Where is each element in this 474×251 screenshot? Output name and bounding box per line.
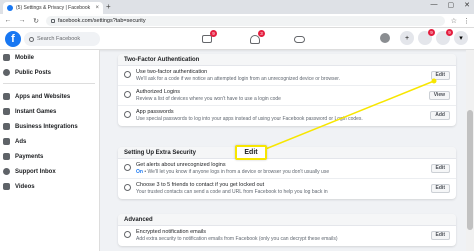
two-factor-section: Two-Factor Authentication Use two-factor…: [118, 54, 456, 126]
facebook-top-bar: f Search Facebook 9 3 + 9 9 ▾: [0, 28, 474, 50]
extra-security-section: Setting Up Extra Security Get alerts abo…: [118, 147, 456, 199]
notifications-bell-icon[interactable]: 9: [436, 29, 453, 45]
window-controls: — ▢ ✕: [431, 1, 471, 9]
settings-row[interactable]: Get alerts about unrecognized logins On …: [118, 159, 456, 179]
row-description: Review a list of devices where you won't…: [136, 96, 281, 102]
two-factor-edit-button[interactable]: Edit: [430, 71, 450, 80]
browser-tab[interactable]: (5) Settings & Privacy | Facebook ×: [3, 2, 103, 14]
envelope-icon: [124, 231, 131, 238]
gaming-nav-icon[interactable]: [292, 32, 306, 46]
settings-sidebar: Mobile Public Posts Apps and Websites In…: [0, 50, 100, 251]
settings-row[interactable]: Encrypted notification emails Add extra …: [118, 226, 456, 246]
page-scrollbar[interactable]: [466, 50, 474, 251]
url-text: facebook.com/settings?tab=security: [58, 17, 146, 24]
lock-icon: [51, 18, 55, 23]
profile-chip[interactable]: [378, 31, 396, 45]
scrollbar-thumb[interactable]: [467, 110, 473, 230]
video-icon: [3, 183, 10, 190]
login-alerts-edit-button[interactable]: Edit: [430, 164, 450, 173]
settings-row[interactable]: Authorized Logins Review a list of devic…: [118, 86, 456, 106]
sidebar-item-mobile[interactable]: Mobile: [3, 52, 34, 63]
row-title: Encrypted notification emails: [136, 229, 207, 235]
sidebar-item-ads[interactable]: Ads: [3, 136, 26, 147]
address-bar-row: ← → ↻ facebook.com/settings?tab=security…: [0, 14, 474, 28]
sidebar-item-payments[interactable]: Payments: [3, 151, 43, 162]
browser-tab-bar: (5) Settings & Privacy | Facebook × + — …: [0, 0, 474, 14]
search-placeholder: Search Facebook: [37, 36, 81, 42]
tab-close-icon[interactable]: ×: [95, 5, 99, 11]
sidebar-item-apps-and-websites[interactable]: Apps and Websites: [3, 91, 70, 102]
section-header: Two-Factor Authentication: [118, 54, 456, 66]
facebook-favicon-icon: [7, 5, 13, 11]
create-button[interactable]: +: [400, 31, 414, 45]
avatar: [380, 33, 390, 43]
status-on: On: [136, 169, 143, 175]
settings-row[interactable]: App passwords Use special passwords to l…: [118, 106, 456, 126]
edit-callout-highlight[interactable]: Edit: [235, 145, 267, 160]
row-title: Authorized Logins: [136, 89, 181, 95]
search-icon: [29, 36, 34, 42]
game-controller-icon: [3, 108, 10, 115]
sidebar-divider: [3, 83, 95, 84]
facebook-search-input[interactable]: Search Facebook: [24, 32, 100, 46]
url-field[interactable]: facebook.com/settings?tab=security: [46, 15, 445, 26]
shield-icon: [124, 71, 131, 78]
lifebuoy-icon: [3, 168, 10, 175]
sidebar-item-support-inbox[interactable]: Support Inbox: [3, 166, 56, 177]
trusted-contacts-edit-button[interactable]: Edit: [430, 184, 450, 193]
encrypted-emails-edit-button[interactable]: Edit: [430, 231, 450, 240]
watch-badge: 9: [210, 30, 217, 37]
row-description: Your trusted contacts can send a code an…: [136, 189, 328, 195]
advanced-section: Advanced Encrypted notification emails A…: [118, 214, 456, 246]
globe-icon: [3, 69, 10, 76]
section-header: Advanced: [118, 214, 456, 226]
forward-button[interactable]: →: [18, 17, 26, 24]
sidebar-item-business-integrations[interactable]: Business Integrations: [3, 121, 78, 132]
credit-card-icon: [3, 153, 10, 160]
tab-title: (5) Settings & Privacy | Facebook: [16, 5, 91, 11]
row-title: Get alerts about unrecognized logins: [136, 162, 226, 168]
mobile-icon: [3, 54, 10, 61]
browser-menu-icon[interactable]: ⋮: [463, 17, 470, 25]
row-description: We'll ask for a code if we notice an att…: [136, 76, 341, 82]
key-icon: [124, 91, 131, 98]
briefcase-icon: [3, 123, 10, 130]
app-passwords-add-button[interactable]: Add: [430, 111, 450, 120]
messenger-icon[interactable]: 9: [418, 29, 435, 45]
bookmark-star-icon[interactable]: ☆: [451, 17, 457, 25]
account-menu-button[interactable]: ▾: [454, 31, 468, 45]
notifications-badge: 9: [446, 29, 453, 36]
section-header: Setting Up Extra Security: [118, 147, 456, 159]
new-tab-button[interactable]: +: [106, 2, 111, 11]
maximize-button[interactable]: ▢: [448, 1, 455, 9]
settings-row[interactable]: Choose 3 to 5 friends to contact if you …: [118, 179, 456, 199]
key-icon: [124, 111, 131, 118]
bell-icon: [124, 164, 131, 171]
sidebar-item-public-posts[interactable]: Public Posts: [3, 67, 51, 78]
minimize-button[interactable]: —: [431, 1, 438, 9]
apps-icon: [3, 93, 10, 100]
groups-nav-icon[interactable]: 3: [248, 30, 265, 46]
megaphone-icon: [3, 138, 10, 145]
facebook-logo[interactable]: f: [5, 31, 21, 47]
watch-nav-icon[interactable]: 9: [200, 30, 217, 46]
row-title: Choose 3 to 5 friends to contact if you …: [136, 182, 265, 188]
row-description: Add extra security to notification email…: [136, 236, 338, 242]
settings-row[interactable]: Use two-factor authentication We'll ask …: [118, 66, 456, 86]
row-title: App passwords: [136, 109, 174, 115]
sidebar-item-instant-games[interactable]: Instant Games: [3, 106, 56, 117]
sidebar-item-videos[interactable]: Videos: [3, 181, 35, 192]
close-window-button[interactable]: ✕: [464, 1, 470, 9]
row-title: Use two-factor authentication: [136, 69, 208, 75]
row-description: Use special passwords to log into your a…: [136, 116, 363, 122]
back-button[interactable]: ←: [4, 17, 12, 24]
messenger-badge: 9: [428, 29, 435, 36]
row-description: On • We'll let you know if anyone logs i…: [136, 169, 330, 175]
friends-icon: [124, 184, 131, 191]
groups-badge: 3: [258, 30, 265, 37]
reload-button[interactable]: ↻: [32, 17, 40, 25]
authorized-logins-view-button[interactable]: View: [428, 91, 450, 100]
